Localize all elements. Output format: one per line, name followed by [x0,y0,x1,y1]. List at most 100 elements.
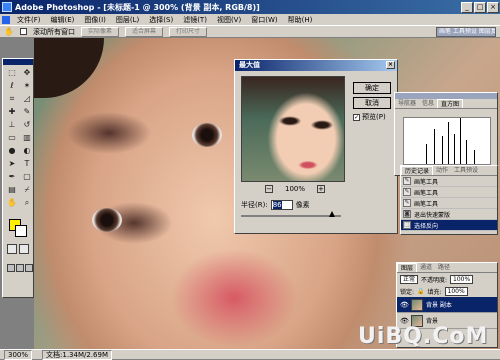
layer-row-selected[interactable]: 👁 背景 副本 [397,297,497,313]
visibility-eye-icon[interactable]: 👁 [400,301,409,309]
menu-edit[interactable]: 编辑(E) [46,15,80,25]
gradient-tool-icon[interactable]: ▥ [20,132,34,144]
healing-brush-tool-icon[interactable]: ✚ [5,106,19,118]
history-palette: 历史记录 动作 工具预设 ✎ 画笔工具 ✎ 画笔工具 ✎ 画笔工具 ◙ 退出快速蒙版 ⬚… [400,165,498,235]
pen-tool-icon[interactable]: ✒ [5,171,19,183]
magic-wand-tool-icon[interactable]: ✶ [20,80,34,92]
notes-tool-icon[interactable]: ▤ [5,184,19,196]
eraser-tool-icon[interactable]: ▭ [5,132,19,144]
radius-slider-thumb[interactable] [329,211,335,217]
blur-tool-icon[interactable]: ● [5,145,19,157]
dodge-tool-icon[interactable]: ◐ [20,145,34,157]
status-zoom[interactable]: 300% [4,349,33,360]
blend-mode-select[interactable]: 正常 [400,274,419,284]
palette-well[interactable]: 画笔 工具预设 图层复合 [436,26,496,37]
menu-file[interactable]: 文件(F) [12,15,46,25]
filter-preview[interactable] [241,76,345,182]
menu-help[interactable]: 帮助(H) [283,15,318,25]
ok-button[interactable]: 确定 [353,82,391,94]
histogram-bar [460,118,461,164]
minimize-button[interactable]: _ [461,1,473,13]
fill-input[interactable]: 100% [444,286,468,296]
lock-icon[interactable]: 🔒 [417,288,424,295]
clone-stamp-tool-icon[interactable]: ⊥ [5,119,19,131]
scroll-all-windows-checkbox[interactable] [19,28,27,35]
tab-tool-presets[interactable]: 工具预设 [451,166,481,175]
eyedropper-tool-icon[interactable]: ⌿ [20,184,34,196]
radius-input[interactable]: 86 [270,200,293,210]
opacity-label: 不透明度: [421,276,448,284]
histogram-bar [454,134,455,164]
maximize-button[interactable]: □ [474,1,486,13]
background-color-swatch[interactable] [15,225,27,237]
history-item[interactable]: ✎ 画笔工具 [401,198,497,209]
blend-controls: 正常 不透明度: 100% [397,273,497,285]
close-button[interactable]: × [487,1,499,13]
brush-icon: ✎ [403,199,411,207]
photoshop-app-icon [2,2,12,12]
print-size-button[interactable]: 打印尺寸 [169,26,208,37]
histogram-bar [426,144,427,164]
hand-tool-button-icon[interactable]: ✋ [5,197,19,209]
histogram-bar [442,136,443,164]
watermark-logo: UiBQ.CoM [358,324,489,349]
move-tool-icon[interactable]: ✥ [20,67,34,79]
zoom-tool-icon[interactable]: ⌕ [20,197,34,209]
menu-filter[interactable]: 滤镜(T) [178,15,212,25]
standard-screen-icon[interactable] [7,264,15,272]
menu-layer[interactable]: 图层(L) [111,15,144,25]
inverse-selection-icon: ⬚ [403,221,411,229]
tab-channels[interactable]: 通道 [417,263,435,272]
tab-info[interactable]: 信息 [419,99,437,108]
history-item-selected[interactable]: ⬚ 选择反向 [401,220,497,231]
tab-actions[interactable]: 动作 [433,166,451,175]
actual-pixels-button[interactable]: 实际像素 [80,26,119,37]
layers-tabs: 图层 通道 路径 [397,263,497,273]
history-item[interactable]: ◙ 退出快速蒙版 [401,209,497,220]
zoom-out-button[interactable]: − [265,185,273,193]
brush-tool-icon[interactable]: ✎ [20,106,34,118]
tab-navigator[interactable]: 导航器 [395,99,419,108]
histogram-bar [434,129,435,164]
history-brush-tool-icon[interactable]: ↺ [20,119,34,131]
type-tool-icon[interactable]: T [20,158,34,170]
dialog-title-bar[interactable]: 最大值 × [235,60,397,71]
dialog-close-icon[interactable]: × [386,61,395,69]
histogram-bar [466,140,467,164]
title-bar: Adobe Photoshop - [未标题-1 @ 300% (背景 副本, … [0,0,500,14]
full-screen-icon[interactable] [25,264,33,272]
history-item-label: 画笔工具 [414,178,439,186]
zoom-in-button[interactable]: + [316,185,325,193]
cancel-button[interactable]: 取消 [353,97,391,109]
history-item-label: 选择反向 [414,222,439,230]
window-title: Adobe Photoshop - [未标题-1 @ 300% (背景 副本, … [15,2,260,12]
menu-window[interactable]: 窗口(W) [246,15,282,25]
status-doc-size: 文档:1.34M/2.69M [42,349,112,360]
opacity-input[interactable]: 100% [450,274,474,284]
path-selection-tool-icon[interactable]: ➤ [5,158,19,170]
menu-bar: 文件(F) 编辑(E) 图像(I) 图层(L) 选择(S) 滤镜(T) 视图(V… [0,14,500,25]
tab-layers[interactable]: 图层 [397,263,418,272]
history-item[interactable]: ✎ 画笔工具 [401,187,497,198]
marquee-tool-icon[interactable]: ⬚ [5,67,19,79]
standard-mode-icon[interactable] [7,244,17,254]
lasso-tool-icon[interactable]: ℓ [5,80,19,92]
lock-controls: 锁定: 🔒 填充: 100% [397,285,497,297]
crop-tool-icon[interactable]: ⌗ [5,93,19,105]
menu-view[interactable]: 视图(V) [212,15,246,25]
shape-tool-icon[interactable]: ▢ [20,171,34,183]
tab-history[interactable]: 历史记录 [401,166,434,175]
menu-select[interactable]: 选择(S) [144,15,178,25]
full-screen-menu-icon[interactable] [16,264,24,272]
menu-image[interactable]: 图像(I) [79,15,111,25]
preview-checkbox[interactable]: ✓ [353,113,360,121]
radius-slider-track[interactable] [241,215,341,217]
fit-on-screen-button[interactable]: 适合屏幕 [124,26,163,37]
slice-tool-icon[interactable]: ◿ [20,93,34,105]
tab-paths[interactable]: 路径 [435,263,453,272]
tab-histogram[interactable]: 直方图 [437,99,464,108]
history-item[interactable]: ✎ 画笔工具 [401,176,497,187]
brush-icon: ✎ [403,177,411,185]
document-menu-icon[interactable] [2,15,10,24]
quick-mask-mode-icon[interactable] [19,244,29,254]
